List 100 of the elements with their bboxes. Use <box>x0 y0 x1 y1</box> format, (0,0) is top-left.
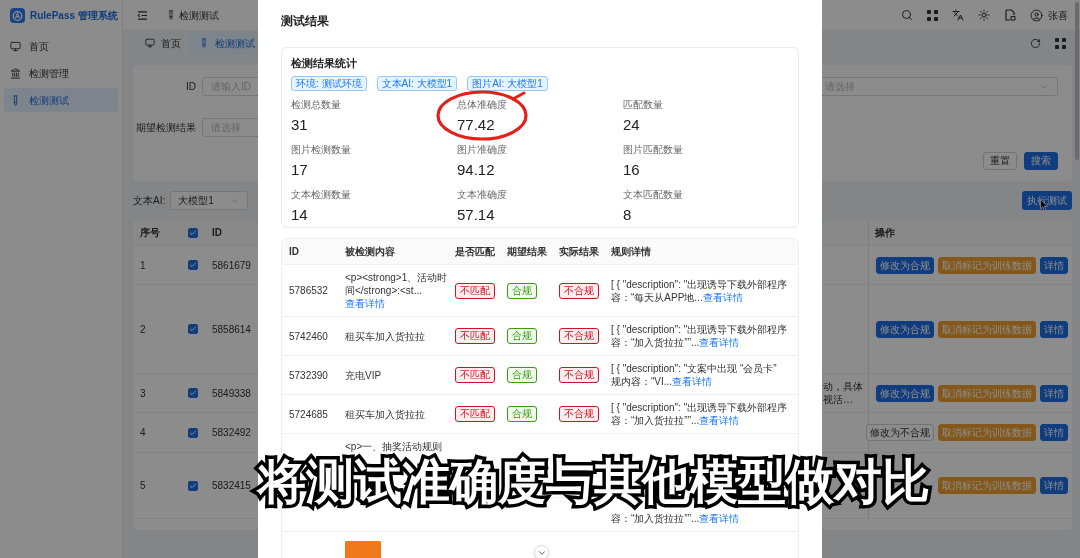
action-button[interactable]: 详情 <box>1040 320 1068 338</box>
view-details-link[interactable]: 查看详情 <box>699 415 740 426</box>
action-button[interactable]: 取消标记为训练数据 <box>938 320 1036 338</box>
translate-icon[interactable] <box>952 9 964 21</box>
action-button[interactable]: 详情 <box>1040 256 1068 274</box>
check-icon <box>189 389 197 397</box>
column-header: ID <box>212 227 222 238</box>
monitor-icon <box>10 40 21 52</box>
action-button[interactable]: 取消标记为训练数据 <box>938 424 1036 441</box>
checkbox[interactable] <box>188 324 198 334</box>
column-header: 规则详情 <box>611 246 651 257</box>
document-icon[interactable] <box>1004 9 1016 21</box>
app-logo-icon <box>10 8 25 23</box>
stat-value: 94.12 <box>457 160 495 180</box>
sidebar-item[interactable]: 检测测试 <box>4 88 118 112</box>
stat-label: 文本检测数量 <box>291 189 351 201</box>
content-text: 充电VIP <box>345 368 383 382</box>
view-details-link[interactable]: 查看详情 <box>699 337 740 348</box>
building-icon <box>10 67 21 79</box>
check-icon <box>189 325 197 333</box>
breadcrumb-text: 检测测试 <box>179 8 219 23</box>
select-label: 文本AI: <box>133 194 166 208</box>
expected-result-tag: 合规 <box>507 282 537 299</box>
actual-result-tag: 不合规 <box>559 367 599 383</box>
monitor-icon <box>145 38 155 48</box>
field-label: ID <box>186 80 196 94</box>
view-details-link[interactable]: 查看详情 <box>699 513 740 524</box>
action-button[interactable]: 详情 <box>1040 477 1068 494</box>
test-tube-icon <box>199 38 209 48</box>
four-squares-icon[interactable] <box>1055 37 1066 49</box>
match-status-tag: 不匹配 <box>455 367 495 383</box>
refresh-icon[interactable] <box>1030 37 1041 49</box>
content-text: <p><strong>1、活动时间</strong>:<st... 查看详情 <box>345 271 448 310</box>
content-text: 租买车加入货拉拉 <box>345 407 426 421</box>
stat-label: 图片匹配数量 <box>623 144 683 156</box>
checkbox[interactable] <box>188 427 198 438</box>
search-icon[interactable] <box>901 9 913 21</box>
collapse-sidebar-icon[interactable] <box>137 10 148 20</box>
field-label: 期望检测结果 <box>136 121 196 135</box>
view-details-link[interactable]: 查看详情 <box>702 291 743 303</box>
stat-value: 57.14 <box>457 205 495 225</box>
action-button[interactable]: 详情 <box>1040 384 1068 402</box>
view-details-link[interactable]: 查看详情 <box>672 376 713 387</box>
action-button[interactable]: 详情 <box>1040 424 1068 441</box>
stat-value: 16 <box>623 160 640 180</box>
sun-icon[interactable] <box>978 9 990 21</box>
actual-result-tag: 不合规 <box>559 328 599 344</box>
stat-value: 24 <box>623 115 640 135</box>
column-header: 被检测内容 <box>345 246 395 257</box>
action-button[interactable]: 修改为合规 <box>876 384 934 402</box>
column-header: 期望结果 <box>507 246 547 257</box>
column-header: ID <box>289 246 299 257</box>
four-squares-icon[interactable] <box>927 9 938 21</box>
sidebar-item[interactable]: 检测管理 <box>4 61 118 85</box>
stat-value: 14 <box>291 205 308 225</box>
stat-label: 图片准确度 <box>457 144 507 156</box>
test-tube-icon <box>10 94 21 106</box>
page-tab[interactable]: 首页 <box>138 31 188 55</box>
cell-text: 5742460 <box>289 330 328 342</box>
action-button[interactable]: 修改为合规 <box>876 256 934 274</box>
action-button[interactable]: 修改为不合规 <box>866 424 934 441</box>
cell-text: 5858614 <box>212 323 251 335</box>
stat-value: 8 <box>623 205 632 225</box>
user-name[interactable]: 张喜 <box>1048 7 1068 23</box>
checkbox[interactable] <box>188 260 198 270</box>
content-text: <p>一、抽奖活动规则 <box>345 440 444 452</box>
cell-text: 1 <box>140 259 146 271</box>
checkbox[interactable] <box>188 388 198 398</box>
model-select[interactable]: 大模型1 <box>170 191 249 210</box>
cell-text: 4 <box>140 427 146 438</box>
cell-text: 5832492 <box>212 427 251 438</box>
info-tag: 环境: 测试环境 <box>291 76 367 91</box>
user-avatar-icon[interactable] <box>1030 8 1043 22</box>
expected-result-tag: 合规 <box>507 367 537 383</box>
stat-label: 文本匹配数量 <box>623 189 683 201</box>
stat-label: 检测总数量 <box>291 99 341 111</box>
search-button[interactable]: 搜索 <box>1024 152 1058 170</box>
sidebar-item[interactable]: 首页 <box>4 34 118 58</box>
expected-result-tag: 合规 <box>507 328 537 344</box>
checkbox[interactable] <box>188 227 198 238</box>
reset-button[interactable]: 重置 <box>983 152 1017 170</box>
action-button[interactable]: 取消标记为训练数据 <box>938 384 1036 402</box>
check-icon <box>189 228 197 237</box>
cell-text: 5849338 <box>212 387 251 399</box>
stat-label: 文本准确度 <box>457 189 507 201</box>
stat-label: 总体准确度 <box>457 99 507 111</box>
stat-value: 17 <box>291 160 308 180</box>
checkbox[interactable] <box>188 480 198 491</box>
info-tag: 文本AI: 大模型1 <box>376 76 458 91</box>
cell-text: 5 <box>140 480 146 491</box>
action-button[interactable]: 取消标记为训练数据 <box>938 256 1036 274</box>
action-button[interactable]: 取消标记为训练数据 <box>938 477 1036 494</box>
check-icon <box>189 481 197 490</box>
cell-text: 5861679 <box>212 259 251 271</box>
view-details-link[interactable]: 查看详情 <box>345 298 385 309</box>
column-header: 操作 <box>875 226 895 240</box>
rule-detail-text: [ { "description": "文案中出现 “会员卡” 规内容：“VI...查看详情 <box>611 362 778 388</box>
action-button[interactable]: 修改为合规 <box>876 320 934 338</box>
content-text: 租买车加入货拉拉 <box>345 329 426 343</box>
rule-detail-text: [ { "description": "出现诱导下载外部程序 容：“每天从APP地...查看详情 <box>611 277 789 304</box>
